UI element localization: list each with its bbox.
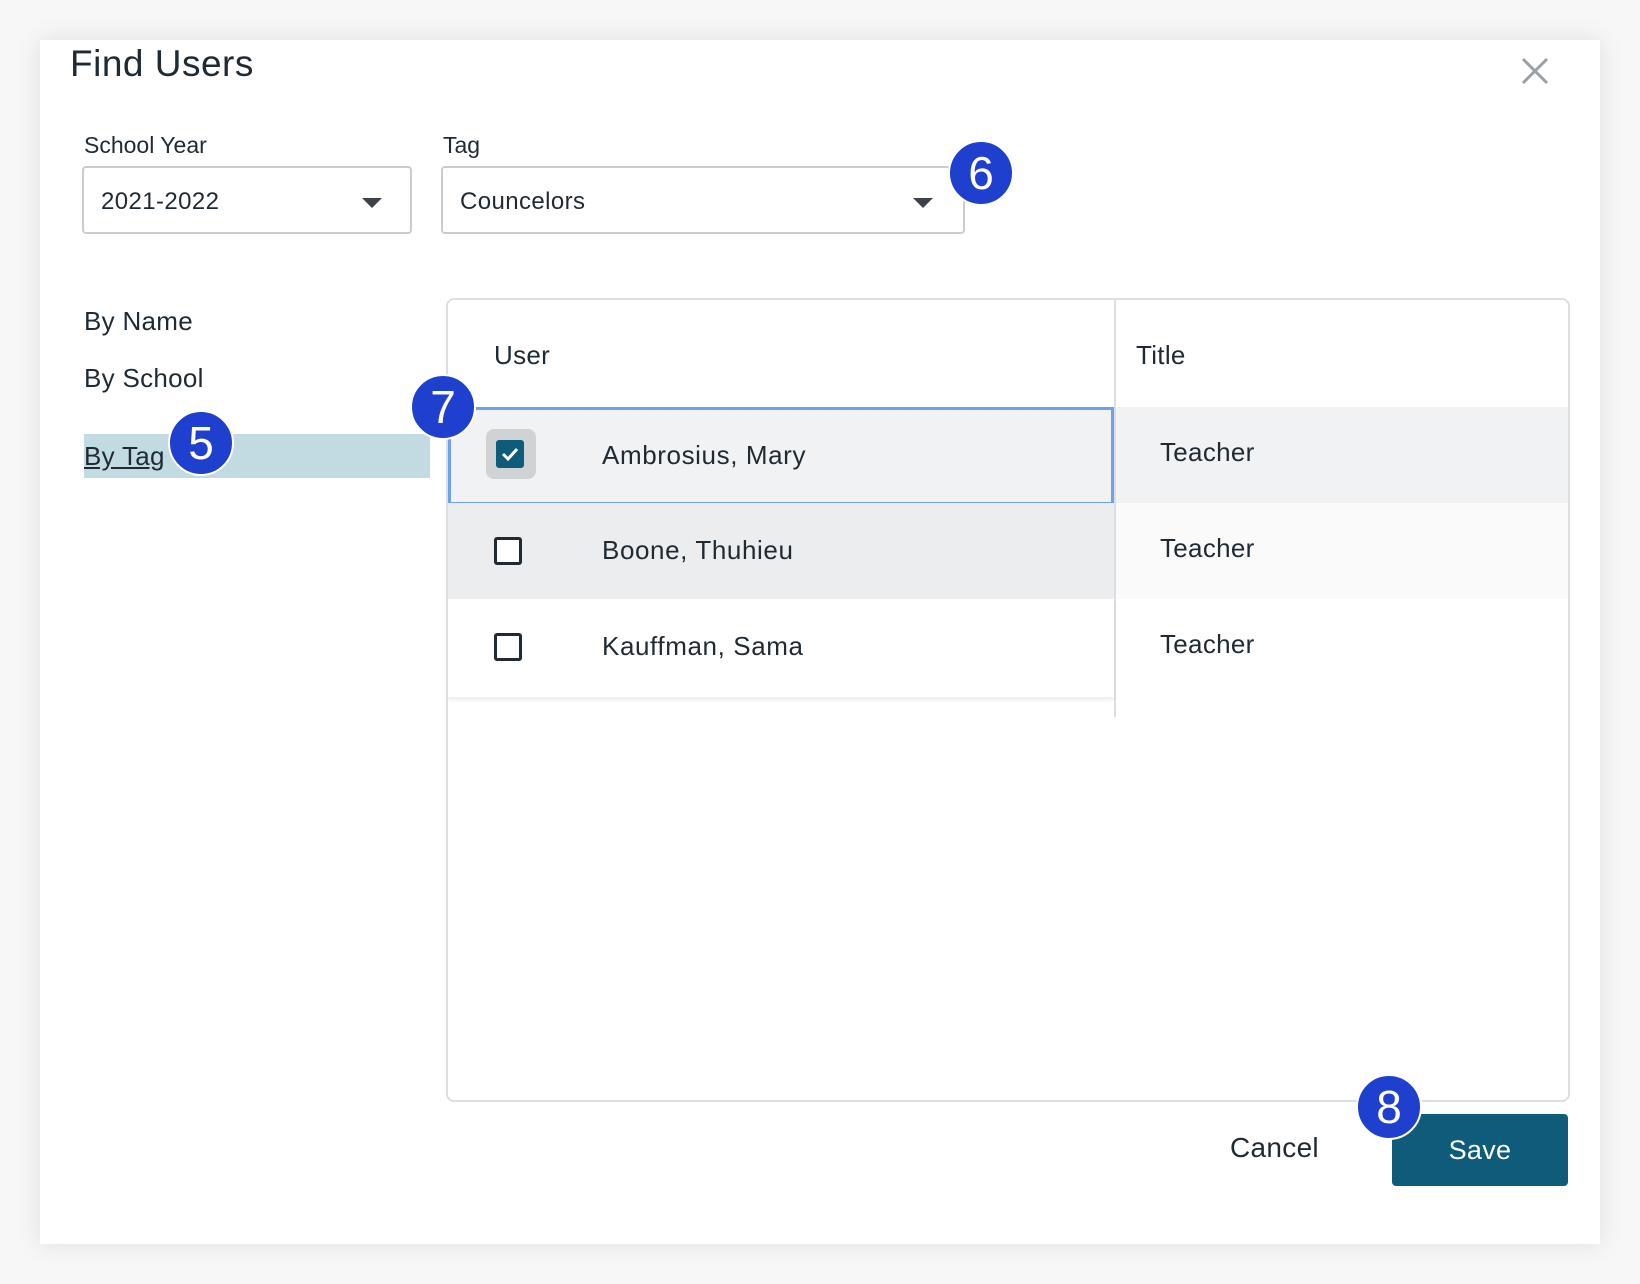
dialog-title: Find Users: [70, 43, 254, 84]
school-year-value: 2021-2022: [101, 188, 220, 215]
step-badge-8: 8: [1356, 1074, 1422, 1140]
column-header-title: Title: [1136, 340, 1186, 370]
nav-by-tag-label: By Tag: [84, 441, 165, 471]
step-badge-6: 6: [948, 140, 1014, 206]
user-title: Teacher: [1160, 533, 1255, 563]
check-icon: [501, 447, 519, 462]
nav-by-tag[interactable]: By Tag: [84, 434, 430, 478]
nav-by-school[interactable]: By School: [84, 363, 204, 394]
tag-value: Councelors: [460, 188, 586, 215]
cancel-button[interactable]: Cancel: [1230, 1132, 1319, 1164]
user-title: Teacher: [1160, 437, 1255, 467]
chevron-down-icon: [362, 198, 382, 208]
table-row[interactable]: Kauffman, Sama Teacher: [448, 599, 1568, 697]
title-cell: Teacher: [1116, 599, 1568, 697]
user-name: Kauffman, Sama: [602, 631, 804, 661]
table-row[interactable]: Boone, Thuhieu Teacher: [448, 503, 1568, 601]
user-cell: Kauffman, Sama: [448, 599, 1114, 697]
user-title: Teacher: [1160, 629, 1255, 659]
chevron-down-icon: [913, 198, 933, 208]
nav-by-name[interactable]: By Name: [84, 306, 193, 337]
title-cell: Teacher: [1116, 503, 1568, 601]
table-row[interactable]: Ambrosius, Mary Teacher: [448, 407, 1568, 505]
step-badge-7: 7: [410, 374, 476, 440]
title-cell: Teacher: [1116, 407, 1568, 505]
user-name: Boone, Thuhieu: [602, 535, 794, 565]
school-year-select[interactable]: 2021-2022: [82, 166, 412, 234]
school-year-label: School Year: [84, 132, 207, 158]
user-name: Ambrosius, Mary: [602, 440, 807, 470]
users-table: User Title Ambrosius, Mary Teacher Boone…: [446, 298, 1570, 1102]
step-badge-5: 5: [168, 410, 234, 476]
user-cell: Ambrosius, Mary: [448, 407, 1114, 505]
row-checkbox[interactable]: [494, 537, 522, 565]
close-icon[interactable]: [1512, 48, 1558, 94]
row-checkbox[interactable]: [496, 440, 524, 468]
tag-select[interactable]: Councelors: [441, 166, 965, 234]
find-users-dialog: Find Users School Year 2021-2022 Tag Cou…: [40, 40, 1600, 1244]
column-header-user: User: [494, 340, 551, 370]
user-cell: Boone, Thuhieu: [448, 503, 1114, 601]
row-checkbox[interactable]: [494, 633, 522, 661]
tag-label: Tag: [443, 132, 481, 158]
save-button[interactable]: Save: [1392, 1114, 1568, 1186]
